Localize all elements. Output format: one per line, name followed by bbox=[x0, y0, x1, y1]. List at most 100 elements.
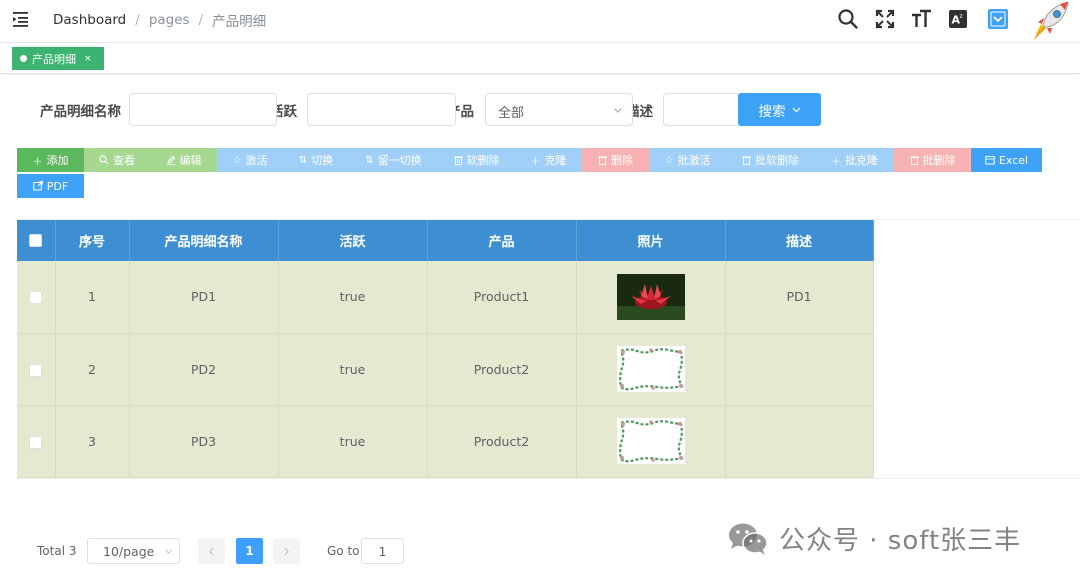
row-checkbox-cell bbox=[17, 405, 56, 478]
cell-active: true bbox=[278, 261, 428, 334]
wechat-icon bbox=[729, 523, 768, 555]
col-name[interactable]: 产品明细名称 bbox=[129, 220, 279, 261]
tags-view: 产品明细 × bbox=[0, 42, 1080, 74]
trash-icon bbox=[909, 156, 919, 165]
clone-button[interactable]: ＋克隆 bbox=[515, 148, 582, 172]
breadcrumb-dashboard[interactable]: Dashboard bbox=[53, 12, 126, 28]
goto-label: Go to bbox=[327, 544, 360, 558]
row-checkbox[interactable] bbox=[29, 435, 43, 449]
search-icon[interactable] bbox=[837, 8, 859, 30]
plus-icon: ＋ bbox=[530, 156, 541, 168]
menu-toggle-icon[interactable] bbox=[13, 11, 31, 27]
name-input[interactable] bbox=[129, 93, 277, 126]
col-index[interactable]: 序号 bbox=[55, 220, 130, 261]
search-button[interactable]: 搜索 bbox=[738, 93, 821, 126]
add-button[interactable]: ＋添加 bbox=[17, 148, 84, 172]
language-icon[interactable]: A z bbox=[947, 8, 969, 30]
batch-soft-delete-button[interactable]: 批软删除 bbox=[726, 148, 815, 172]
tag-product-detail[interactable]: 产品明细 × bbox=[12, 47, 104, 70]
soft-delete-button[interactable]: 软删除 bbox=[438, 148, 515, 172]
delete-label: 删除 bbox=[611, 154, 633, 167]
sort-icon: ⇅ bbox=[298, 154, 308, 166]
cell-desc bbox=[725, 405, 874, 478]
photo-thumbnail-leaf-frame[interactable] bbox=[616, 418, 685, 464]
table-row[interactable]: 3 PD3 true Product2 bbox=[17, 405, 874, 478]
font-size-icon[interactable] bbox=[910, 8, 932, 30]
page-size-select[interactable]: 10/page bbox=[87, 538, 180, 564]
batch-clone-button[interactable]: ＋ 批克隆 bbox=[815, 148, 894, 172]
next-page-button[interactable] bbox=[273, 538, 300, 564]
chevron-down-icon bbox=[792, 107, 800, 113]
label-product: 产品 bbox=[456, 104, 474, 120]
watermark-text: 公众号 · soft张三丰 bbox=[779, 526, 1022, 556]
page-number[interactable]: 1 bbox=[236, 538, 263, 564]
chevron-left-icon bbox=[209, 547, 214, 555]
table-row[interactable]: 1 PD1 true Product1 PD1 bbox=[17, 261, 874, 334]
batch-clone-label: 批克隆 bbox=[845, 154, 878, 167]
cell-desc: PD1 bbox=[725, 261, 874, 334]
star-icon: ☆ bbox=[664, 154, 674, 166]
top-navbar: Dashboard / pages / 产品明细 A z bbox=[0, 0, 1080, 40]
svg-text:z: z bbox=[960, 13, 963, 20]
view-button[interactable]: 查看 bbox=[84, 148, 150, 172]
toggle-button[interactable]: ⇅ 切换 bbox=[283, 148, 349, 172]
calendar-icon bbox=[985, 156, 995, 165]
row-checkbox-cell bbox=[17, 333, 56, 406]
trash-icon bbox=[742, 156, 751, 165]
excel-button[interactable]: Excel bbox=[971, 148, 1042, 172]
dropdown-icon[interactable] bbox=[987, 8, 1009, 30]
sort-icon: ⇅ bbox=[365, 154, 374, 166]
col-photo[interactable]: 照片 bbox=[576, 220, 726, 261]
cell-active: true bbox=[278, 333, 428, 406]
batch-delete-button[interactable]: 批删除 bbox=[894, 148, 971, 172]
toggle-one-button[interactable]: ⇅ 留一切换 bbox=[349, 148, 438, 172]
desc-input[interactable] bbox=[663, 93, 740, 126]
activate-label: 激活 bbox=[245, 154, 268, 167]
col-active[interactable]: 活跃 bbox=[278, 220, 428, 261]
activate-button[interactable]: ☆ 激活 bbox=[217, 148, 283, 172]
cell-name: PD2 bbox=[129, 333, 279, 406]
pdf-label: PDF bbox=[46, 179, 69, 193]
photo-thumbnail-leaf-frame[interactable] bbox=[616, 346, 685, 392]
col-product[interactable]: 产品 bbox=[427, 220, 577, 261]
batch-delete-label: 批删除 bbox=[922, 154, 956, 167]
label-active: 活跃 bbox=[277, 104, 297, 120]
rocket-icon[interactable] bbox=[1030, 0, 1072, 40]
cell-product: Product2 bbox=[427, 333, 577, 406]
tag-close-icon[interactable]: × bbox=[84, 54, 92, 64]
cell-photo bbox=[576, 261, 726, 334]
label-product-wrap: 产品 bbox=[456, 100, 474, 120]
excel-label: Excel bbox=[998, 153, 1029, 167]
chevron-right-icon bbox=[284, 547, 289, 555]
toggle-one-label: 留一切换 bbox=[377, 154, 422, 167]
select-all-checkbox[interactable] bbox=[29, 234, 43, 247]
clone-label: 克隆 bbox=[544, 154, 567, 167]
cell-name: PD3 bbox=[129, 405, 279, 478]
col-desc[interactable]: 描述 bbox=[725, 220, 874, 261]
prev-page-button[interactable] bbox=[198, 538, 225, 564]
trash-icon bbox=[453, 156, 463, 165]
export-icon bbox=[33, 181, 43, 191]
active-input[interactable] bbox=[307, 93, 456, 126]
row-checkbox[interactable] bbox=[29, 363, 43, 377]
label-desc-wrap: 描述 bbox=[633, 100, 653, 120]
toggle-label: 切换 bbox=[311, 154, 334, 167]
table-row[interactable]: 2 PD2 true Product2 bbox=[17, 333, 874, 406]
row-checkbox[interactable] bbox=[29, 291, 43, 305]
edit-icon bbox=[166, 155, 175, 165]
delete-button[interactable]: 删除 bbox=[582, 148, 649, 172]
photo-thumbnail-lotus[interactable] bbox=[616, 273, 685, 320]
batch-activate-button[interactable]: ☆ 批激活 bbox=[649, 148, 726, 172]
edit-button[interactable]: 编辑 bbox=[150, 148, 217, 172]
product-select[interactable]: 全部 bbox=[485, 93, 633, 126]
goto-input[interactable]: 1 bbox=[361, 538, 404, 564]
product-select-value: 全部 bbox=[498, 106, 525, 121]
cell-desc bbox=[725, 333, 874, 406]
fullscreen-icon[interactable] bbox=[874, 8, 896, 30]
chevron-down-icon bbox=[614, 108, 622, 113]
batch-activate-label: 批激活 bbox=[677, 154, 711, 167]
edit-label: 编辑 bbox=[179, 154, 202, 167]
label-name: 产品明细名称 bbox=[40, 104, 121, 120]
pdf-button[interactable]: PDF bbox=[17, 174, 84, 198]
cell-index: 2 bbox=[55, 333, 130, 406]
